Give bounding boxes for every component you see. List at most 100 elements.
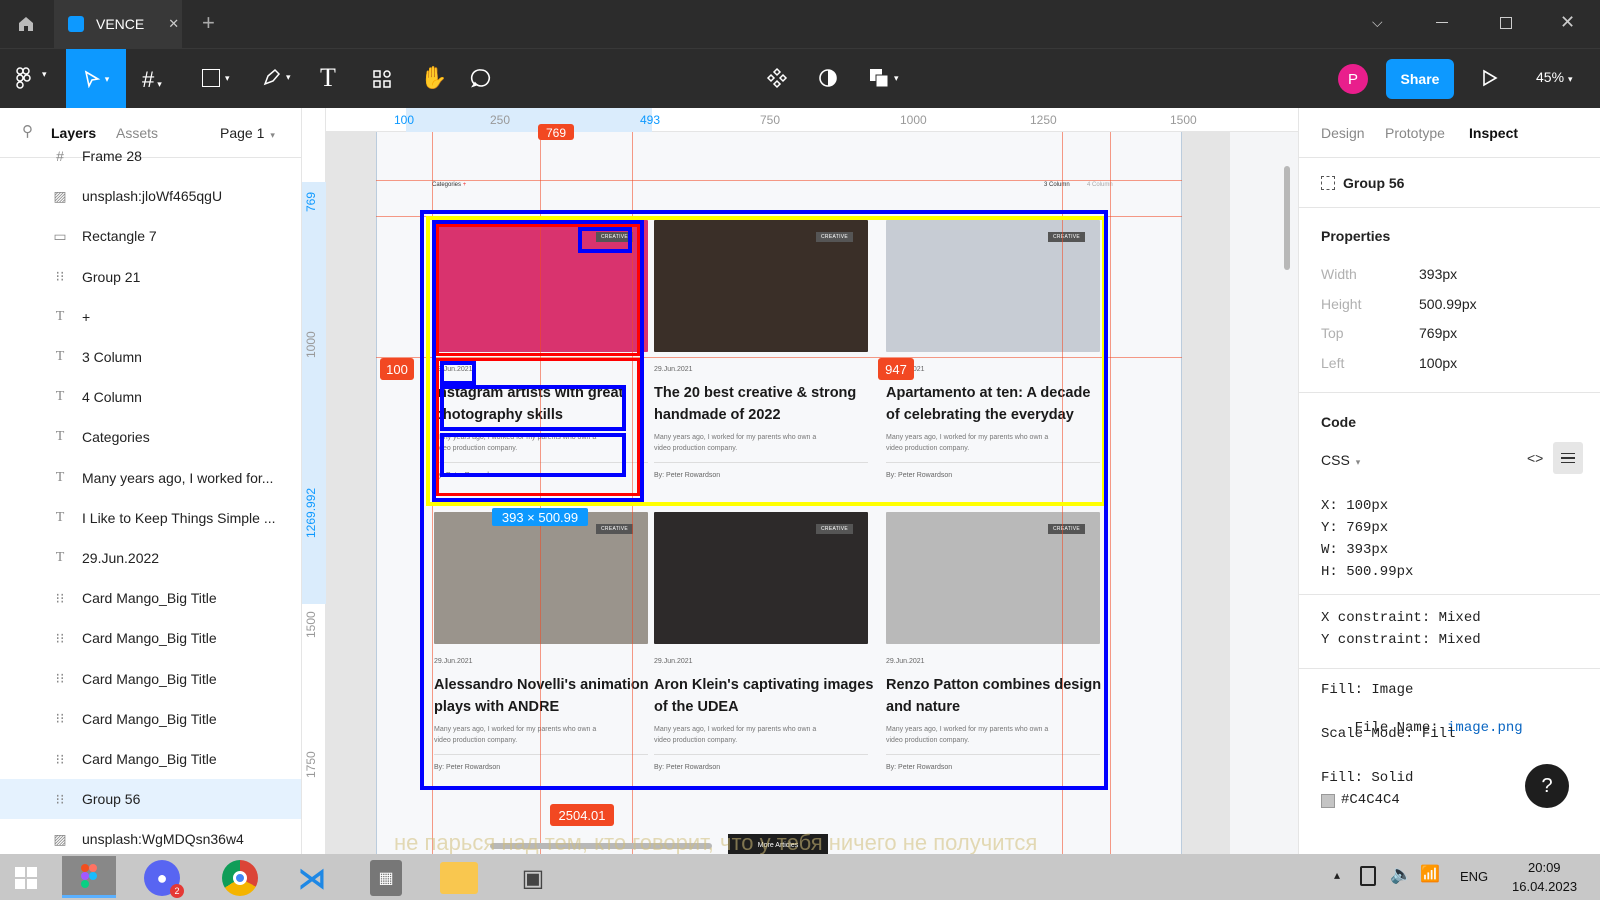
selection-name: Group 56 bbox=[1343, 175, 1405, 191]
file-tab[interactable]: VENCE ✕ bbox=[54, 0, 182, 48]
battery-icon[interactable] bbox=[1360, 866, 1376, 886]
tray-chevron-icon[interactable]: ▴ bbox=[1334, 868, 1340, 882]
color-swatch bbox=[1321, 794, 1335, 808]
layer-row[interactable]: ▨ unsplash:jloWf465qgU bbox=[0, 176, 301, 216]
tab-inspect[interactable]: Inspect bbox=[1469, 125, 1518, 141]
clock-time[interactable]: 20:09 bbox=[1528, 860, 1561, 875]
ruler-tick-label: 750 bbox=[760, 113, 781, 127]
comment-tool-button[interactable] bbox=[470, 67, 492, 94]
list-view-icon[interactable] bbox=[1553, 442, 1583, 474]
layer-row[interactable]: T I Like to Keep Things Simple ... bbox=[0, 498, 301, 538]
layer-row[interactable]: ⁝⁝ Card Mango_Big Title bbox=[0, 739, 301, 779]
pen-icon bbox=[263, 68, 281, 86]
main-toolbar: ▾ ▾ # ▾ ▾ ▾ T ✋ ▾ P Share 45% ▾ bbox=[0, 48, 1600, 109]
new-tab-button[interactable]: + bbox=[202, 10, 215, 36]
layer-row[interactable]: T Many years ago, I worked for... bbox=[0, 458, 301, 498]
layer-row[interactable]: T Categories bbox=[0, 417, 301, 457]
inspect-panel: Design Prototype Inspect Group 56 Proper… bbox=[1298, 108, 1600, 854]
monitor-taskbar-icon[interactable]: ▣ bbox=[514, 860, 552, 896]
layer-row[interactable]: ⁝⁝ Card Mango_Big Title bbox=[0, 578, 301, 618]
layer-row[interactable]: T 29.Jun.2022 bbox=[0, 538, 301, 578]
zoom-dropdown[interactable]: 45% ▾ bbox=[1536, 69, 1573, 85]
text-icon: T bbox=[55, 509, 65, 525]
resources-tool-button[interactable] bbox=[372, 69, 392, 94]
spacing-label-left: 100 bbox=[380, 358, 414, 380]
ruler-tick-label: 1269.992 bbox=[304, 487, 318, 538]
home-icon[interactable] bbox=[14, 12, 38, 36]
tab-design[interactable]: Design bbox=[1321, 125, 1365, 141]
vertical-scrollbar[interactable] bbox=[1284, 166, 1290, 270]
code-view-icon[interactable]: <> bbox=[1527, 450, 1543, 466]
pen-tool-button[interactable]: ▾ bbox=[262, 67, 291, 87]
calculator-taskbar-icon[interactable]: ▦ bbox=[370, 860, 402, 896]
group-icon: ⁝⁝ bbox=[55, 629, 65, 646]
property-value[interactable]: 500.99px bbox=[1419, 296, 1477, 312]
file-name-link[interactable]: image.png bbox=[1447, 720, 1523, 736]
network-icon[interactable]: 📶 bbox=[1420, 864, 1440, 884]
scale-mode-label: Scale Mode: Fill bbox=[1321, 726, 1456, 742]
boolean-tool-button[interactable]: ▾ bbox=[868, 67, 899, 89]
share-button[interactable]: Share bbox=[1386, 59, 1454, 99]
contrast-icon bbox=[819, 69, 837, 87]
figma-taskbar-icon[interactable] bbox=[62, 856, 116, 898]
code-language-select[interactable]: CSS ▾ bbox=[1321, 452, 1360, 468]
start-button[interactable] bbox=[10, 862, 42, 894]
tabs-dropdown-icon[interactable]: ⌵ bbox=[1372, 14, 1383, 31]
clock-date[interactable]: 16.04.2023 bbox=[1512, 879, 1577, 894]
layer-row[interactable]: ▭ Rectangle 7 bbox=[0, 216, 301, 256]
minimize-button[interactable] bbox=[1436, 22, 1448, 23]
shape-tool-button[interactable]: ▾ bbox=[202, 69, 230, 87]
layer-row[interactable]: ⁝⁝ Card Mango_Big Title bbox=[0, 618, 301, 658]
close-window-button[interactable]: ✕ bbox=[1560, 12, 1575, 33]
design-canvas[interactable]: 100 250 493 750 1000 1250 1500 769 1000 1269.992… bbox=[302, 108, 1298, 854]
component-tool-button[interactable] bbox=[766, 67, 788, 94]
tab-close-icon[interactable]: ✕ bbox=[168, 16, 179, 32]
layer-row[interactable]: ⁝⁝ Group 21 bbox=[0, 257, 301, 297]
vscode-taskbar-icon[interactable]: ⋊ bbox=[294, 860, 330, 896]
volume-icon[interactable]: 🔈 bbox=[1390, 864, 1412, 885]
move-tool-button[interactable]: ▾ bbox=[66, 49, 126, 109]
layer-name: unsplash:jloWf465qgU bbox=[82, 188, 223, 205]
components-icon bbox=[373, 70, 391, 88]
layer-row[interactable]: ⁝⁝ Card Mango_Big Title bbox=[0, 699, 301, 739]
discord-taskbar-icon[interactable]: ● 2 bbox=[144, 860, 184, 898]
ruler-tick-label: 1250 bbox=[1030, 113, 1057, 127]
frame-tool-button[interactable]: # ▾ bbox=[142, 67, 162, 93]
layer-name: Frame 28 bbox=[82, 148, 142, 164]
group-icon bbox=[1321, 176, 1335, 190]
tab-prototype[interactable]: Prototype bbox=[1385, 125, 1445, 141]
figma-file-icon bbox=[68, 16, 84, 32]
user-avatar[interactable]: P bbox=[1338, 64, 1368, 94]
file-explorer-taskbar-icon[interactable] bbox=[440, 862, 478, 894]
chrome-taskbar-icon[interactable] bbox=[222, 860, 258, 896]
present-button[interactable] bbox=[1482, 69, 1498, 92]
text-tool-button[interactable]: T bbox=[320, 63, 336, 93]
hand-tool-button[interactable]: ✋ bbox=[420, 65, 447, 91]
property-value[interactable]: 393px bbox=[1419, 266, 1457, 282]
column-4-label: 4 Column bbox=[1087, 182, 1113, 188]
comment-icon bbox=[470, 69, 490, 88]
property-value[interactable]: 769px bbox=[1419, 325, 1457, 341]
layer-row[interactable]: T 3 Column bbox=[0, 337, 301, 377]
layer-row[interactable]: ⁝⁝ Group 56 bbox=[0, 779, 301, 820]
property-value[interactable]: 100px bbox=[1419, 355, 1457, 371]
properties-title: Properties bbox=[1321, 228, 1391, 244]
code-title: Code bbox=[1321, 414, 1356, 430]
spacing-label-bottom: 2504.01 bbox=[550, 804, 614, 826]
layer-row[interactable]: # Frame 28 bbox=[0, 136, 301, 176]
fill-solid-label: Fill: Solid bbox=[1321, 770, 1414, 786]
layer-row[interactable]: T + bbox=[0, 297, 301, 337]
zoom-value: 45% bbox=[1536, 69, 1565, 85]
maximize-button[interactable] bbox=[1500, 17, 1512, 29]
mask-tool-button[interactable] bbox=[817, 67, 839, 94]
layer-row[interactable]: ⁝⁝ Card Mango_Big Title bbox=[0, 659, 301, 699]
layer-row[interactable]: ▨ unsplash:WgMDQsn36w4 bbox=[0, 819, 301, 854]
language-indicator[interactable]: ENG bbox=[1460, 869, 1488, 884]
divider bbox=[1299, 594, 1600, 595]
help-button[interactable]: ? bbox=[1525, 764, 1569, 808]
layer-row[interactable]: T 4 Column bbox=[0, 377, 301, 417]
main-menu-icon[interactable]: ▾ bbox=[16, 67, 52, 91]
code-line: H: 500.99px bbox=[1321, 564, 1414, 580]
group-icon: ⁝⁝ bbox=[55, 670, 65, 687]
layers-list: # Frame 28 ▨ unsplash:jloWf465qgU ▭ Rectangle… bbox=[0, 148, 301, 854]
